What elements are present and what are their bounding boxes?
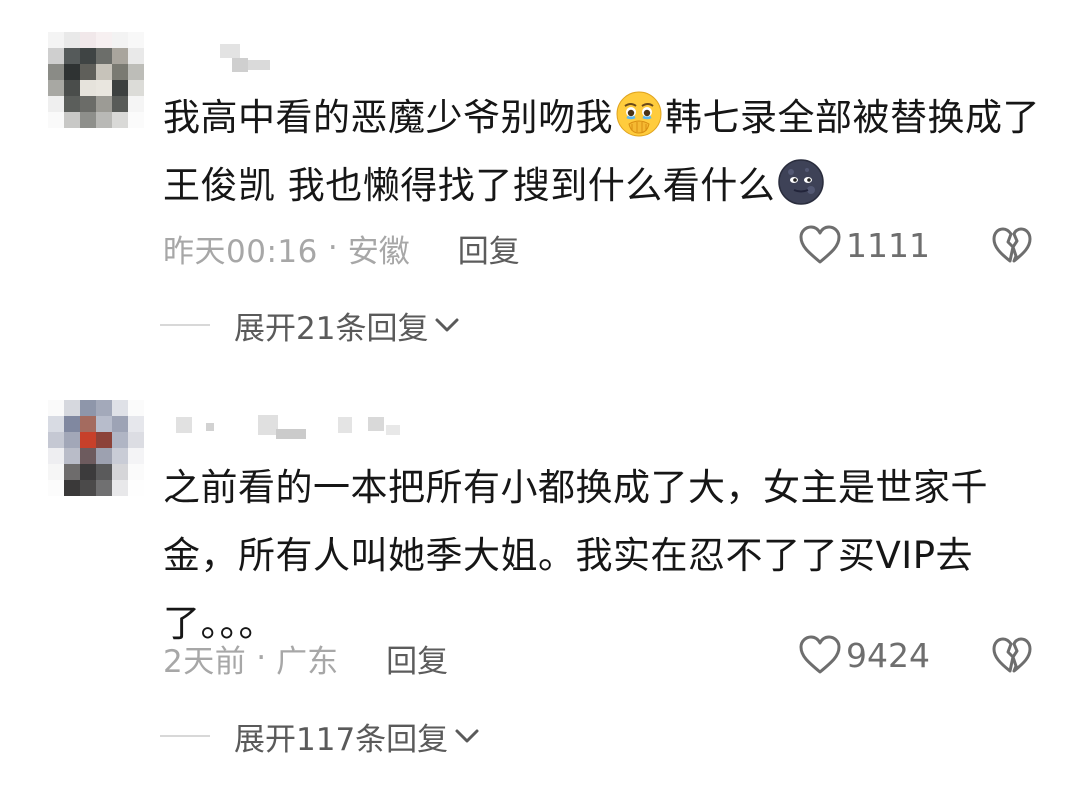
like-count: 9424: [846, 635, 930, 675]
like-count: 1111: [846, 225, 930, 265]
separator-dot: ·: [256, 640, 267, 676]
divider-line: [160, 735, 210, 737]
expand-replies-label: 展开21条回复: [234, 310, 429, 347]
broken-heart-icon: [992, 637, 1032, 673]
broken-heart-icon: [992, 227, 1032, 263]
expand-replies-label: 展开117条回复: [234, 721, 449, 758]
like-button[interactable]: 9424: [798, 634, 930, 676]
comment-location: 广东: [276, 643, 339, 680]
expand-replies-button[interactable]: 展开21条回复: [160, 303, 460, 347]
comment-time: 昨天00:16: [163, 233, 318, 270]
avatar[interactable]: [48, 400, 144, 496]
separator-dot: ·: [327, 230, 338, 266]
reply-button[interactable]: 回复: [458, 226, 520, 271]
comment-text: 我高中看的恶魔少爷别吻我 韩七录全部被替换成了王俊凯 我也懒得找了搜到什么看什么: [163, 84, 1043, 220]
heart-outline-icon: [799, 225, 841, 264]
dislike-button[interactable]: [992, 226, 1032, 270]
avatar[interactable]: [48, 32, 144, 128]
chevron-down-icon: [455, 729, 479, 743]
divider-line: [160, 324, 210, 326]
comment-location: 安徽: [347, 233, 410, 270]
new-moon-face-emoji: [778, 159, 825, 205]
face-holding-back-tears-emoji: [616, 91, 662, 137]
heart-outline-icon: [799, 635, 841, 674]
username[interactable]: [176, 415, 406, 443]
reply-button[interactable]: 回复: [386, 636, 448, 681]
chevron-down-icon: [435, 318, 459, 332]
comment-time: 2天前: [163, 643, 247, 680]
comment-text: 之前看的一本把所有小都换成了大，女主是世家千金，所有人叫她季大姐。我实在忍不了了…: [163, 466, 988, 645]
expand-replies-button[interactable]: 展开117条回复: [160, 714, 480, 758]
like-button[interactable]: 1111: [798, 224, 930, 266]
comment-list: 我高中看的恶魔少爷别吻我 韩七录全部被替换成了王俊凯 我也懒得找了搜到什么看什么: [0, 0, 1080, 800]
username[interactable]: [220, 44, 280, 72]
dislike-button[interactable]: [992, 636, 1032, 680]
